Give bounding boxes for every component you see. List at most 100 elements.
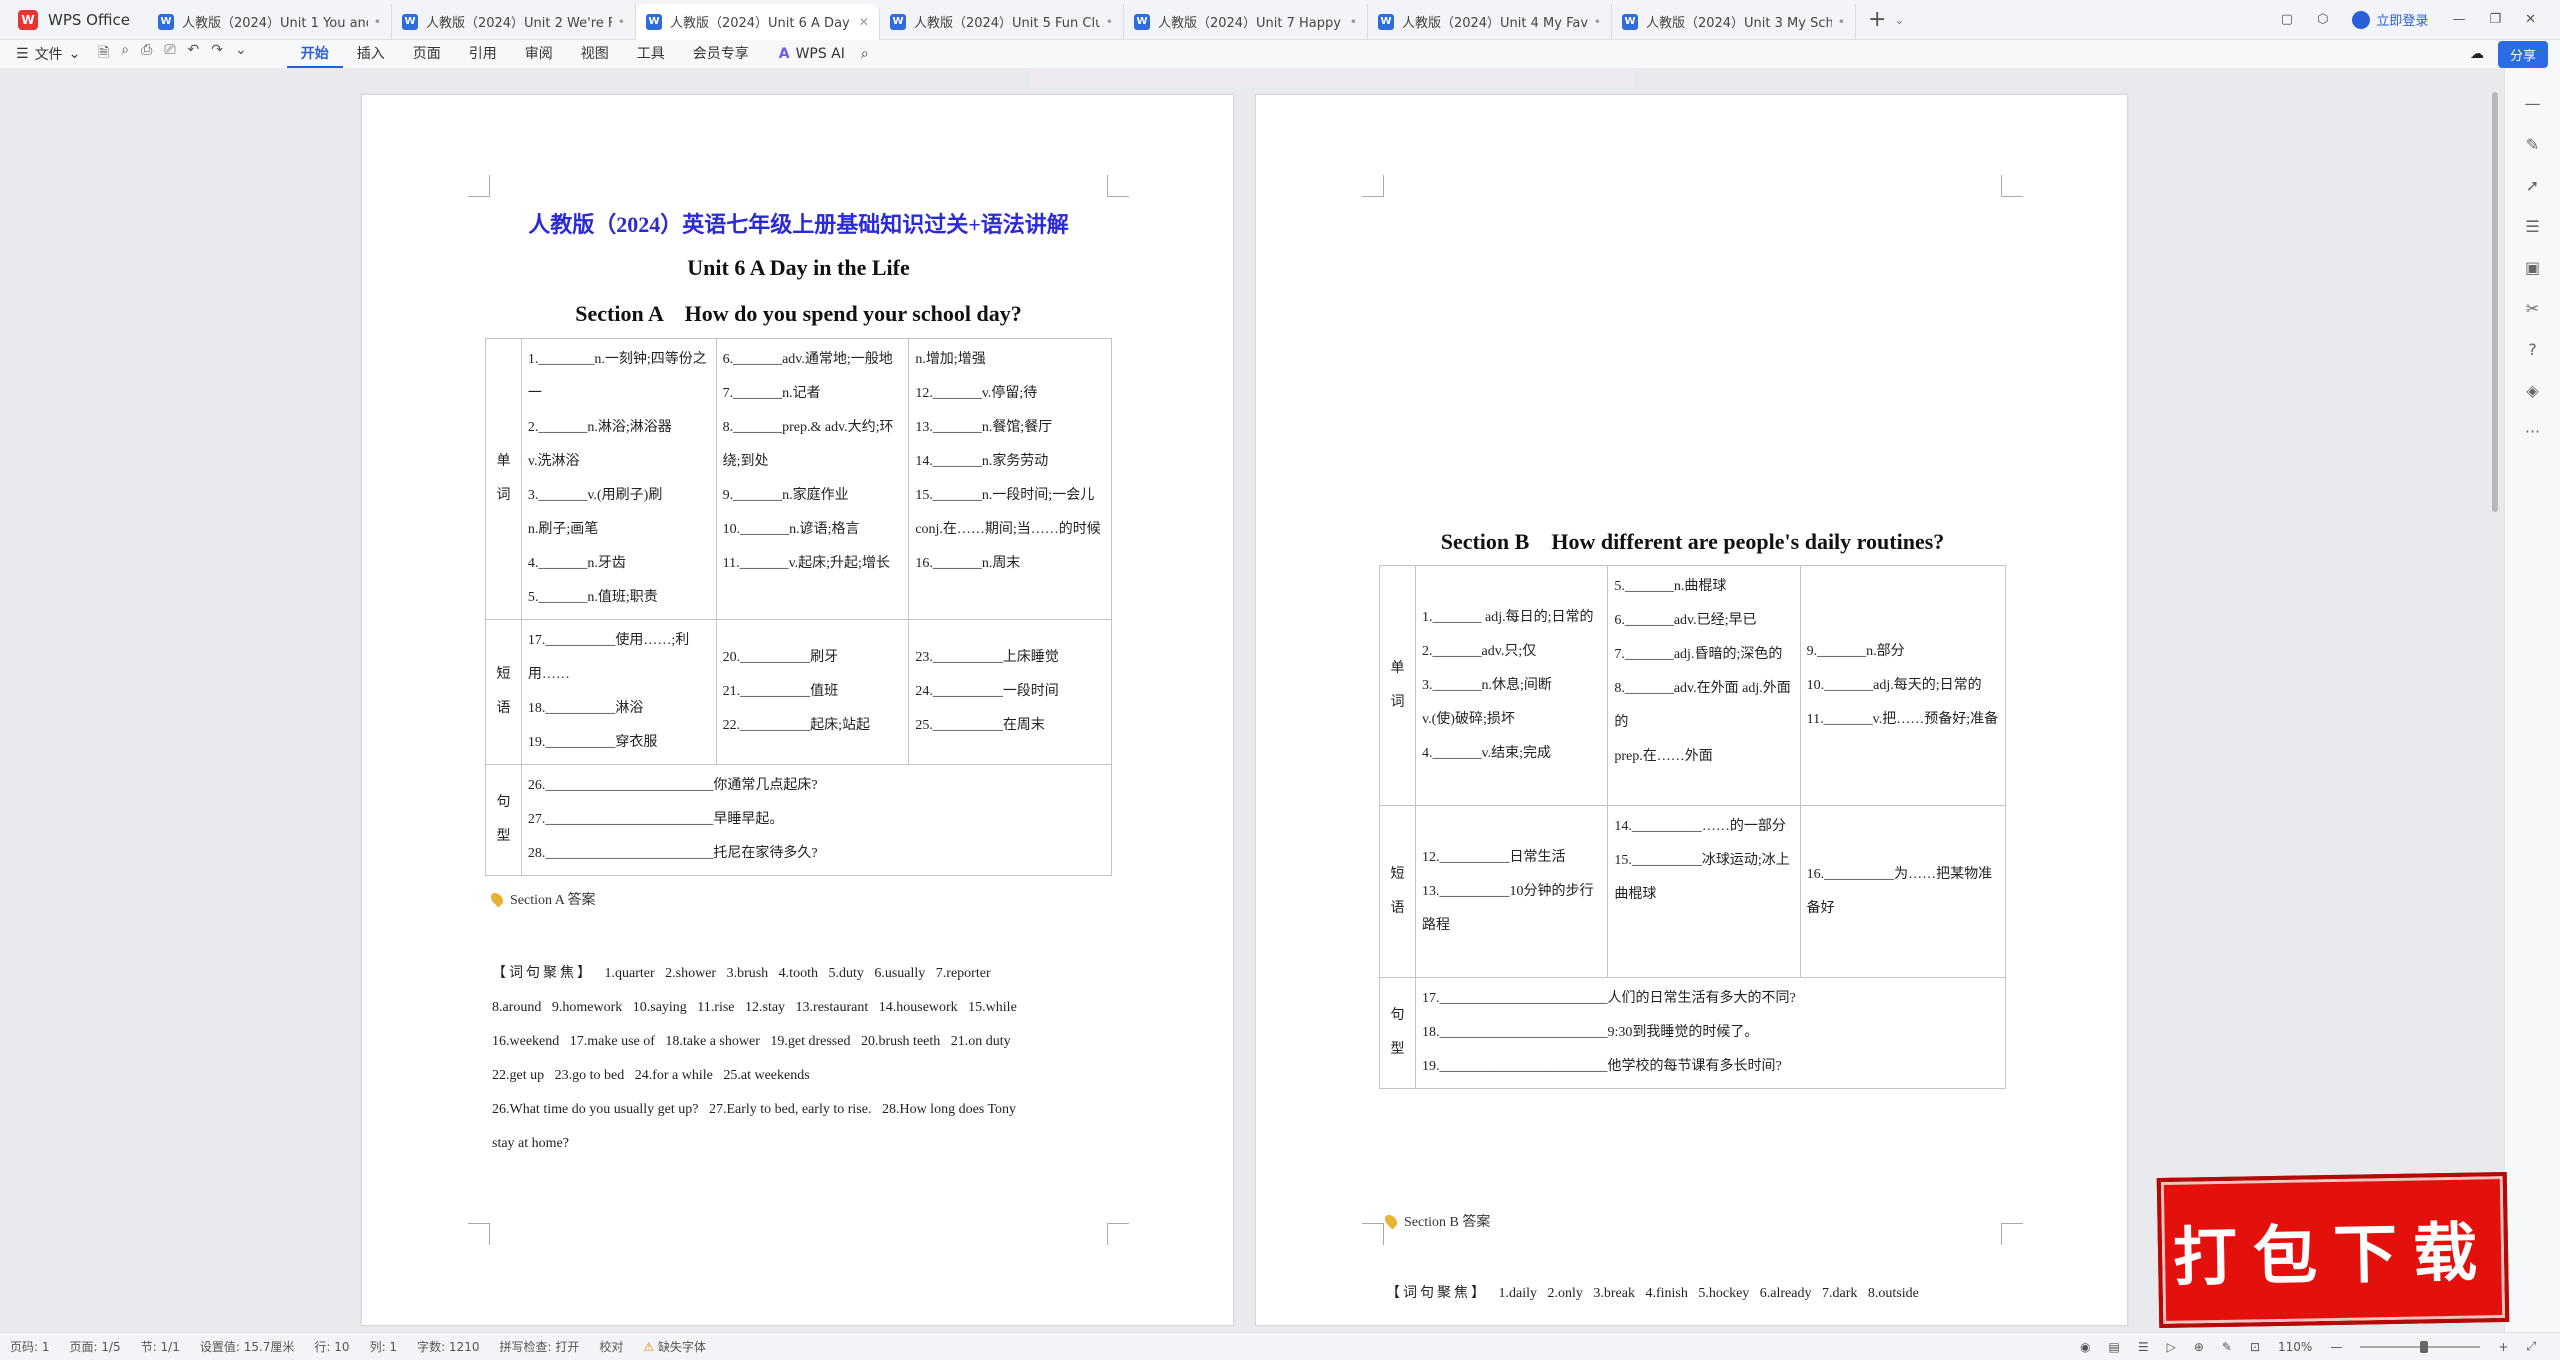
cell-line: v.洗淋浴 bbox=[527, 454, 580, 469]
ribbon-tab-2[interactable]: 页面 bbox=[399, 40, 455, 68]
zoom-in-icon[interactable]: + bbox=[2498, 1340, 2508, 1354]
scrollbar-thumb[interactable] bbox=[2492, 92, 2498, 512]
share-button[interactable]: 分享 bbox=[2497, 40, 2548, 68]
cell-line: 17.__________使用……;利用…… bbox=[527, 633, 690, 682]
image-edit-icon[interactable]: ▣ bbox=[2525, 258, 2540, 277]
tools-icon[interactable]: ✂ bbox=[2526, 299, 2539, 318]
vertical-scrollbar[interactable] bbox=[2490, 76, 2500, 1326]
status-missing-font[interactable]: ⚠ 缺失字体 bbox=[633, 1338, 716, 1355]
print-icon[interactable]: ⎙ bbox=[141, 42, 152, 66]
save-icon[interactable]: 🗎 bbox=[98, 42, 109, 66]
eye-icon[interactable]: ◉ bbox=[2080, 1340, 2090, 1354]
cell-line: 24.__________一段时间 bbox=[915, 684, 1059, 699]
ribbon-tab-0[interactable]: 开始 bbox=[286, 40, 343, 68]
cell-line: 18.________________________9:30到我睡觉的时候了。 bbox=[1422, 1025, 1759, 1040]
undo-icon[interactable]: ↶ bbox=[188, 42, 200, 66]
crop-mark bbox=[1107, 1223, 1129, 1245]
cell-line: 10._______adj.每天的;日常的 bbox=[1806, 677, 1982, 693]
cube-icon[interactable]: ⬡ bbox=[2317, 12, 2328, 27]
page-view-icon[interactable]: ▤ bbox=[2108, 1340, 2119, 1354]
phrases-col-3: 23.__________上床睡觉 24.__________一段时间 25.___… bbox=[908, 619, 1112, 765]
ribbon-tab-4[interactable]: 审阅 bbox=[511, 40, 567, 68]
print-preview-icon[interactable]: ⎚ bbox=[164, 42, 175, 66]
ribbon-tab-7[interactable]: 会员专享 bbox=[679, 40, 763, 68]
collapse-icon[interactable]: — bbox=[2525, 94, 2541, 113]
cell-line: 6._______adv.已经;早已 bbox=[1614, 613, 1757, 628]
cursor-icon[interactable]: ➚ bbox=[2526, 176, 2539, 195]
tab-close-icon[interactable]: • bbox=[618, 15, 625, 29]
play-icon[interactable]: ▷ bbox=[2167, 1340, 2176, 1354]
cell-line: 9._______n.部分 bbox=[1806, 643, 1905, 659]
window-layout-icon[interactable]: ▢ bbox=[2281, 12, 2293, 27]
ribbon-tab-5[interactable]: 视图 bbox=[567, 40, 623, 68]
fit-icon[interactable]: ⊡ bbox=[2250, 1340, 2260, 1354]
missing-font-label: 缺失字体 bbox=[657, 1340, 706, 1354]
cell-line: 28.________________________托尼在家待多久? bbox=[527, 846, 818, 861]
cell-line: v.(使)破碎;损坏 bbox=[1422, 711, 1515, 727]
more-chevron-icon[interactable]: ⌄ bbox=[235, 42, 247, 66]
wps-logo[interactable]: W WPS Office bbox=[0, 0, 148, 40]
status-proof[interactable]: 校对 bbox=[589, 1338, 633, 1355]
shirt-icon[interactable]: ◈ bbox=[2526, 381, 2538, 400]
phrases-col-2: 14.__________……的一部分 15.__________冰球运动;冰上曲… bbox=[1607, 805, 1801, 978]
words-col-2: 5._______n.曲棍球 6._______adv.已经;早已 7.______… bbox=[1607, 565, 1801, 806]
cell-line: 8._______prep.& adv.大约;环绕;到处 bbox=[722, 420, 894, 469]
sliders-icon[interactable]: ☰ bbox=[2525, 217, 2539, 236]
fullscreen-icon[interactable]: ⤢ bbox=[2526, 1339, 2536, 1354]
redo-icon[interactable]: ↷ bbox=[211, 42, 223, 66]
tab-document-1[interactable]: W 人教版（2024）Unit 2 We're Family • bbox=[392, 3, 636, 40]
minimize-icon[interactable]: — bbox=[2452, 12, 2465, 27]
tab-document-3[interactable]: W 人教版（2024）Unit 5 Fun Clubs • bbox=[880, 3, 1124, 40]
zoom-slider[interactable] bbox=[2360, 1340, 2481, 1353]
status-words[interactable]: 字数: 1210 bbox=[407, 1338, 489, 1355]
zoom-level[interactable]: 110% bbox=[2278, 1340, 2312, 1354]
ribbon-tab-1[interactable]: 插入 bbox=[343, 40, 399, 68]
help-icon[interactable]: ? bbox=[2528, 340, 2537, 359]
write-mode-icon[interactable]: ✎ bbox=[2222, 1340, 2232, 1354]
status-bar: 页码: 1 页面: 1/5 节: 1/1 设置值: 15.7厘米 行: 10 列… bbox=[0, 1332, 2560, 1360]
tab-close-icon[interactable]: • bbox=[1838, 15, 1845, 29]
tab-document-0[interactable]: W 人教版（2024）Unit 1 You and Me • bbox=[148, 3, 392, 40]
restore-icon[interactable]: ❐ bbox=[2489, 12, 2501, 27]
cloud-sync-icon[interactable]: ☁ bbox=[2470, 46, 2484, 62]
words-col-2: 6._______adv.通常地;一般地 7._______n.记者 8._____… bbox=[715, 338, 910, 620]
tab-document-6[interactable]: W 人教版（2024）Unit 3 My School • bbox=[1612, 3, 1856, 40]
cell-line: 8._______adv.在外面 adj.外面的 bbox=[1614, 681, 1791, 730]
tab-document-2[interactable]: W 人教版（2024）Unit 6 A Day in the Life ✕ bbox=[635, 3, 880, 40]
tab-label: 人教版（2024）Unit 7 Happy Birthday bbox=[1157, 16, 1344, 31]
cell-line: n.增加;增强 bbox=[915, 352, 986, 367]
title-bar: W WPS Office W 人教版（2024）Unit 1 You and Me… bbox=[0, 0, 2560, 40]
zoom-out-icon[interactable]: — bbox=[2330, 1340, 2342, 1354]
login-button[interactable]: 立即登录 bbox=[2352, 10, 2428, 29]
file-menu-label: 文件 bbox=[34, 47, 63, 63]
row-label-phrases: 短 语 bbox=[485, 619, 522, 765]
search-icon[interactable]: ⌕ bbox=[861, 46, 869, 62]
download-stamp[interactable]: 打包下载 bbox=[2156, 1171, 2510, 1329]
tab-close-icon[interactable]: • bbox=[1106, 15, 1113, 29]
tab-list-chevron-icon[interactable]: ⌄ bbox=[1894, 13, 1904, 27]
close-window-icon[interactable]: ✕ bbox=[2525, 12, 2536, 27]
status-spell[interactable]: 拼写检查: 打开 bbox=[489, 1338, 589, 1355]
wps-ai-button[interactable]: A WPS AI ⌕ bbox=[779, 46, 869, 62]
tab-close-icon[interactable]: • bbox=[374, 15, 381, 29]
crop-mark bbox=[468, 175, 490, 197]
document-icon: W bbox=[889, 13, 906, 30]
tab-close-icon[interactable]: • bbox=[1350, 15, 1357, 29]
pen-icon[interactable]: ✎ bbox=[2526, 135, 2539, 154]
zoom-slider-thumb[interactable] bbox=[2420, 1340, 2429, 1353]
file-menu[interactable]: ☰ 文件 ⌄ bbox=[0, 44, 82, 64]
find-icon[interactable]: ⌕ bbox=[121, 42, 129, 66]
ribbon-tab-6[interactable]: 工具 bbox=[623, 40, 679, 68]
more-icon[interactable]: ··· bbox=[2525, 422, 2540, 441]
ribbon-tab-3[interactable]: 引用 bbox=[455, 40, 511, 68]
new-tab-icon[interactable]: + bbox=[1868, 7, 1886, 32]
tab-document-4[interactable]: W 人教版（2024）Unit 7 Happy Birthday • bbox=[1124, 3, 1368, 40]
tab-close-icon[interactable]: ✕ bbox=[859, 15, 869, 29]
sentences-cell: 26.________________________你通常几点起床? 27.__… bbox=[520, 764, 1113, 876]
status-pages[interactable]: 页面: 1/5 bbox=[60, 1338, 131, 1355]
tab-document-5[interactable]: W 人教版（2024）Unit 4 My Favourite Subject • bbox=[1368, 3, 1612, 40]
crop-mark bbox=[1362, 175, 1384, 197]
web-view-icon[interactable]: ⊕ bbox=[2194, 1340, 2204, 1354]
tab-close-icon[interactable]: • bbox=[1594, 15, 1601, 29]
outline-view-icon[interactable]: ☰ bbox=[2138, 1340, 2149, 1354]
